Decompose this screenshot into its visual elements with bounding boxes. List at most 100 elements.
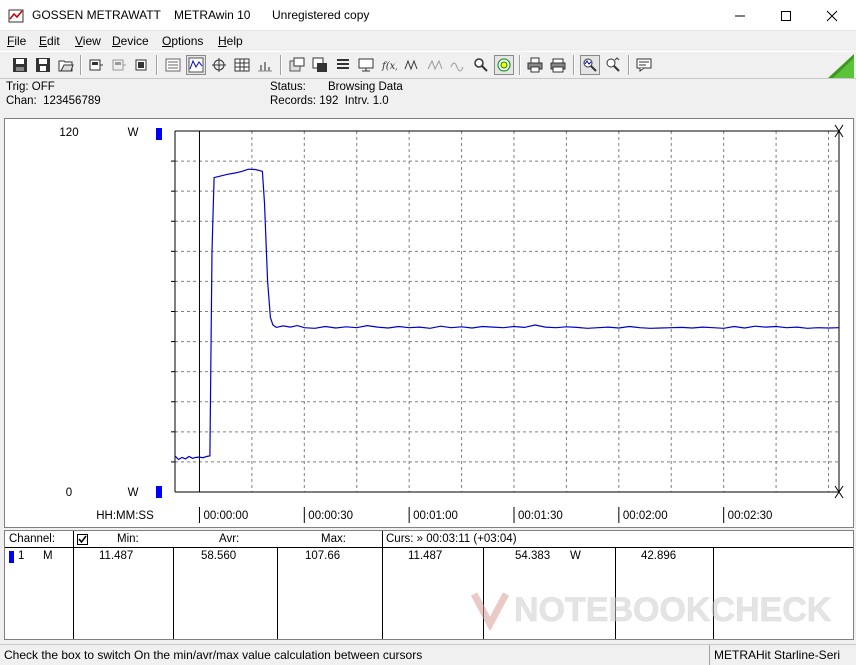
y-max-label: 120 [59,127,78,139]
menu-view[interactable]: View [75,34,101,48]
print-button[interactable] [525,55,545,75]
records-info: Records: 192 Intrv. 1.0 [270,95,389,107]
x-tick-label: 00:02:30 [728,510,773,522]
y-unit-bottom-label: W [128,487,139,499]
minmax-checkbox[interactable] [77,534,88,545]
device-disabled-button[interactable] [109,55,129,75]
device2-button[interactable] [132,55,152,75]
search-icon [474,58,488,72]
comment-button[interactable] [634,55,654,75]
channel-type: M [43,550,53,562]
chart-series [174,168,840,461]
wave-c-button[interactable] [448,55,468,75]
y-min-label: 0 [66,487,72,499]
watermark-logo: NOTEBOOKCHECK [470,588,850,632]
table-divider [73,531,74,639]
cursor-unit: W [570,550,581,562]
list-icon [337,59,349,69]
toolbar: f(x) [0,51,856,79]
svg-text:NOTEBOOKCHECK: NOTEBOOKCHECK [514,591,832,629]
open-icon [58,60,74,72]
waveform-icon [188,57,204,73]
status-bar: Check the box to switch On the min/avr/m… [0,644,856,665]
print-preview-button[interactable] [548,55,568,75]
target-icon [497,58,511,72]
notebookcheck-logo-icon: NOTEBOOKCHECK [470,591,832,632]
cursor1-value: 11.487 [408,550,443,562]
minimize-button[interactable] [717,0,763,31]
maximize-button[interactable] [763,0,809,31]
histogram-icon [258,62,272,72]
channel-number: 1 [18,550,25,562]
toolbar-separator [519,55,521,75]
cursor2-value: 54.383 [515,550,551,562]
x-tick-label: 00:01:30 [518,510,563,522]
power-chart[interactable]: 120 W 0 W HH:MM:SS 00:00:00 00:00:30 00:01:00 00… [5,119,853,527]
minimize-icon [735,15,745,16]
crosshair-button[interactable] [209,55,229,75]
menu-edit[interactable]: Edit [39,34,60,48]
avr-value: 58.560 [201,550,237,562]
fx-button[interactable]: f(x) [379,55,399,75]
save-all-icon [36,58,50,72]
table-header-divider [5,547,853,548]
menu-file[interactable]: File [7,34,26,48]
corner-triangle-icon [828,54,854,78]
waveform-button[interactable] [186,55,206,75]
channel-marker-top [156,128,162,140]
toolbar-separator [628,55,630,75]
save-icon [13,58,27,72]
menu-help[interactable]: Help [218,34,243,48]
chart-list-icon [165,58,181,72]
list-button[interactable] [333,55,353,75]
menu-device[interactable]: Device [112,34,149,48]
menu-options[interactable]: Options [162,34,203,48]
open-button[interactable] [56,55,76,75]
status-device: METRAHit Starline-Seri [714,648,841,662]
window-license: Unregistered copy [272,8,370,22]
monitor-button[interactable] [356,55,376,75]
wave-b-button[interactable] [425,55,445,75]
import-icon [312,57,327,72]
export-button[interactable] [287,55,307,75]
zoom-reset-icon [606,57,620,72]
fx-icon: f(x) [381,61,397,72]
target-button[interactable] [494,55,514,75]
table-button[interactable] [232,55,252,75]
crosshair-icon [212,58,226,72]
save-all-button[interactable] [33,55,53,75]
search-button[interactable] [471,55,491,75]
zoom-button[interactable] [580,55,600,75]
x-tick-label: 00:01:00 [413,510,458,522]
y-unit-top-label: W [128,127,139,139]
device-gray-icon [112,59,126,71]
export-icon [289,57,305,72]
window-company: GOSSEN METRAWATT [32,8,161,22]
x-tick-label: 00:02:00 [623,510,668,522]
channel-list: Chan: 123456789 [6,95,101,107]
chart-list-button[interactable] [163,55,183,75]
histogram-button[interactable] [255,55,275,75]
toolbar-separator [280,55,282,75]
table-icon [234,58,250,72]
close-button[interactable] [809,0,855,31]
max-header: Max: [321,533,346,545]
channel-header: Channel: [9,533,56,545]
channel-color-swatch [9,551,14,563]
status-hint: Check the box to switch On the min/avr/m… [4,648,423,662]
table-divider [382,531,383,639]
plot-area[interactable]: 120 W 0 W HH:MM:SS 00:00:00 00:00:30 00:01:00 00… [4,118,854,528]
save-button[interactable] [10,55,30,75]
window-app-name: METRAwin 10 [174,8,251,22]
device-button[interactable] [86,55,106,75]
cursor-header: Curs: » 00:03:11 (+03:04) [386,533,517,545]
toolbar-separator [80,55,82,75]
zoom-icon [583,58,597,72]
checkmark-icon [78,535,87,544]
import-button[interactable] [310,55,330,75]
chart-labels: 120 W 0 W HH:MM:SS 00:00:00 00:00:30 00:01:00 00… [59,127,772,523]
zoom-reset-button[interactable] [603,55,623,75]
wave-a-button[interactable] [402,55,422,75]
toolbar-separator [573,55,575,75]
comment-icon [636,58,652,72]
